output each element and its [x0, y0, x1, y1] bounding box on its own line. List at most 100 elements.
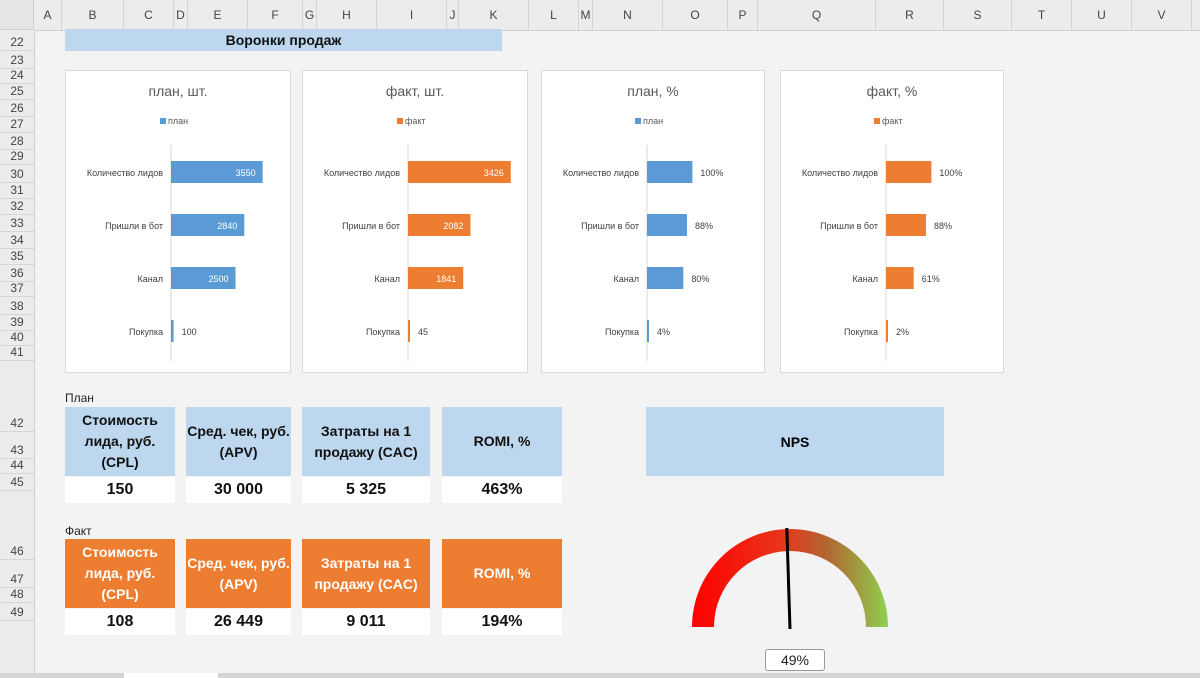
chart-title: факт, шт. [386, 83, 444, 99]
column-header[interactable]: J [447, 0, 459, 30]
plan-section-label: План [65, 391, 94, 405]
column-header[interactable]: D [174, 0, 188, 30]
row-header[interactable]: 31 [0, 183, 34, 199]
column-header[interactable]: H [317, 0, 377, 30]
plan-cpl-value[interactable]: 150 [65, 477, 175, 503]
chart-fact-units[interactable]: факт, шт. факт Количество лидов 3426 Пришли … [302, 70, 528, 373]
category-label: Канал [853, 274, 878, 284]
column-header[interactable]: K [459, 0, 529, 30]
column-header[interactable]: M [579, 0, 593, 30]
column-header[interactable]: L [529, 0, 579, 30]
nps-value[interactable]: 49% [765, 649, 825, 671]
column-header[interactable]: Q [758, 0, 876, 30]
column-header[interactable]: V [1132, 0, 1192, 30]
column-header[interactable]: O [663, 0, 728, 30]
category-label: Количество лидов [802, 168, 878, 178]
fact-romi-value[interactable]: 194% [442, 609, 562, 635]
fact-apv-value[interactable]: 26 449 [186, 609, 291, 635]
nps-header[interactable]: NPS [646, 407, 944, 476]
legend-swatch [160, 118, 166, 124]
column-header[interactable]: T [1012, 0, 1072, 30]
select-all-corner[interactable] [0, 0, 34, 30]
category-label: Канал [375, 274, 400, 284]
row-header[interactable]: 30 [0, 165, 34, 183]
column-header[interactable]: A [34, 0, 62, 30]
row-header[interactable]: 29 [0, 149, 34, 165]
column-header[interactable]: S [944, 0, 1012, 30]
column-header[interactable]: F [248, 0, 303, 30]
chart-plan-percent[interactable]: план, % план Количество лидов 100% Пришли в … [541, 70, 765, 373]
row-header[interactable]: 44 [0, 458, 34, 474]
row-header[interactable]: 38 [0, 297, 34, 315]
nps-gauge[interactable] [680, 520, 900, 640]
bar [171, 320, 174, 342]
column-header[interactable]: N [593, 0, 663, 30]
row-header[interactable]: 27 [0, 117, 34, 133]
row-header[interactable]: 28 [0, 133, 34, 150]
row-header[interactable]: 43 [0, 432, 34, 459]
row-header[interactable]: 49 [0, 603, 34, 621]
column-header[interactable]: B [62, 0, 124, 30]
row-header[interactable]: 23 [0, 51, 34, 69]
chart-svg: план, шт. план Количество лидов 3550 Пришли … [87, 83, 263, 361]
data-label: 2082 [443, 221, 463, 231]
row-header[interactable]: 46 [0, 491, 34, 560]
column-header[interactable]: G [303, 0, 317, 30]
column-header[interactable]: C [124, 0, 174, 30]
category-label: Канал [138, 274, 163, 284]
chart-title: план, шт. [148, 83, 207, 99]
data-label: 2500 [209, 274, 229, 284]
category-label: Пришли в бот [105, 221, 163, 231]
data-label: 45 [418, 327, 428, 337]
plan-cac-header[interactable]: Затраты на 1 продажу (CAC) [302, 407, 430, 476]
plan-apv-header[interactable]: Сред. чек, руб. (APV) [186, 407, 291, 476]
fact-cac-header[interactable]: Затраты на 1 продажу (CAC) [302, 539, 430, 608]
row-header[interactable]: 36 [0, 265, 34, 282]
fact-cac-value[interactable]: 9 011 [302, 609, 430, 635]
data-label: 1841 [436, 274, 456, 284]
data-label: 100 [182, 327, 197, 337]
bar [408, 320, 410, 342]
data-label: 2% [896, 327, 909, 337]
row-header[interactable]: 47 [0, 560, 34, 588]
column-header[interactable]: P [728, 0, 758, 30]
legend-swatch [874, 118, 880, 124]
plan-romi-value[interactable]: 463% [442, 477, 562, 503]
row-header[interactable]: 22 [0, 30, 34, 51]
row-header[interactable]: 33 [0, 215, 34, 232]
row-header[interactable]: 24 [0, 68, 34, 84]
data-label: 4% [657, 327, 670, 337]
plan-apv-value[interactable]: 30 000 [186, 477, 291, 503]
chart-plan-units[interactable]: план, шт. план Количество лидов 3550 Пришли … [65, 70, 291, 373]
sheet-tab-active[interactable] [124, 673, 218, 678]
plan-cac-value[interactable]: 5 325 [302, 477, 430, 503]
row-header[interactable]: 48 [0, 587, 34, 603]
row-header[interactable]: 40 [0, 330, 34, 346]
bar [647, 267, 684, 289]
row-header[interactable]: 35 [0, 249, 34, 265]
chart-svg: факт, шт. факт Количество лидов 3426 Пришли … [324, 83, 511, 361]
fact-cpl-header[interactable]: Стоимость лида, руб. (CPL) [65, 539, 175, 608]
column-header[interactable]: R [876, 0, 944, 30]
fact-romi-header[interactable]: ROMI, % [442, 539, 562, 608]
column-header[interactable]: U [1072, 0, 1132, 30]
row-header[interactable]: 37 [0, 281, 34, 297]
category-label: Количество лидов [87, 168, 163, 178]
plan-cpl-header[interactable]: Стоимость лида, руб. (CPL) [65, 407, 175, 476]
row-header[interactable]: 41 [0, 345, 34, 361]
plan-romi-header[interactable]: ROMI, % [442, 407, 562, 476]
row-header[interactable]: 25 [0, 84, 34, 100]
column-header-bar: ABCDEFGHIJKLMNOPQRSTUV [0, 0, 1200, 31]
row-header[interactable]: 45 [0, 474, 34, 491]
row-header[interactable]: 26 [0, 100, 34, 117]
column-header[interactable]: E [188, 0, 248, 30]
row-header[interactable]: 42 [0, 361, 34, 432]
row-header[interactable]: 39 [0, 315, 34, 331]
fact-apv-header[interactable]: Сред. чек, руб. (APV) [186, 539, 291, 608]
row-header[interactable]: 34 [0, 232, 34, 249]
chart-fact-percent[interactable]: факт, % факт Количество лидов 100% Пришли в … [780, 70, 1004, 373]
row-header[interactable]: 32 [0, 199, 34, 215]
fact-cpl-value[interactable]: 108 [65, 609, 175, 635]
legend-swatch [397, 118, 403, 124]
column-header[interactable]: I [377, 0, 447, 30]
